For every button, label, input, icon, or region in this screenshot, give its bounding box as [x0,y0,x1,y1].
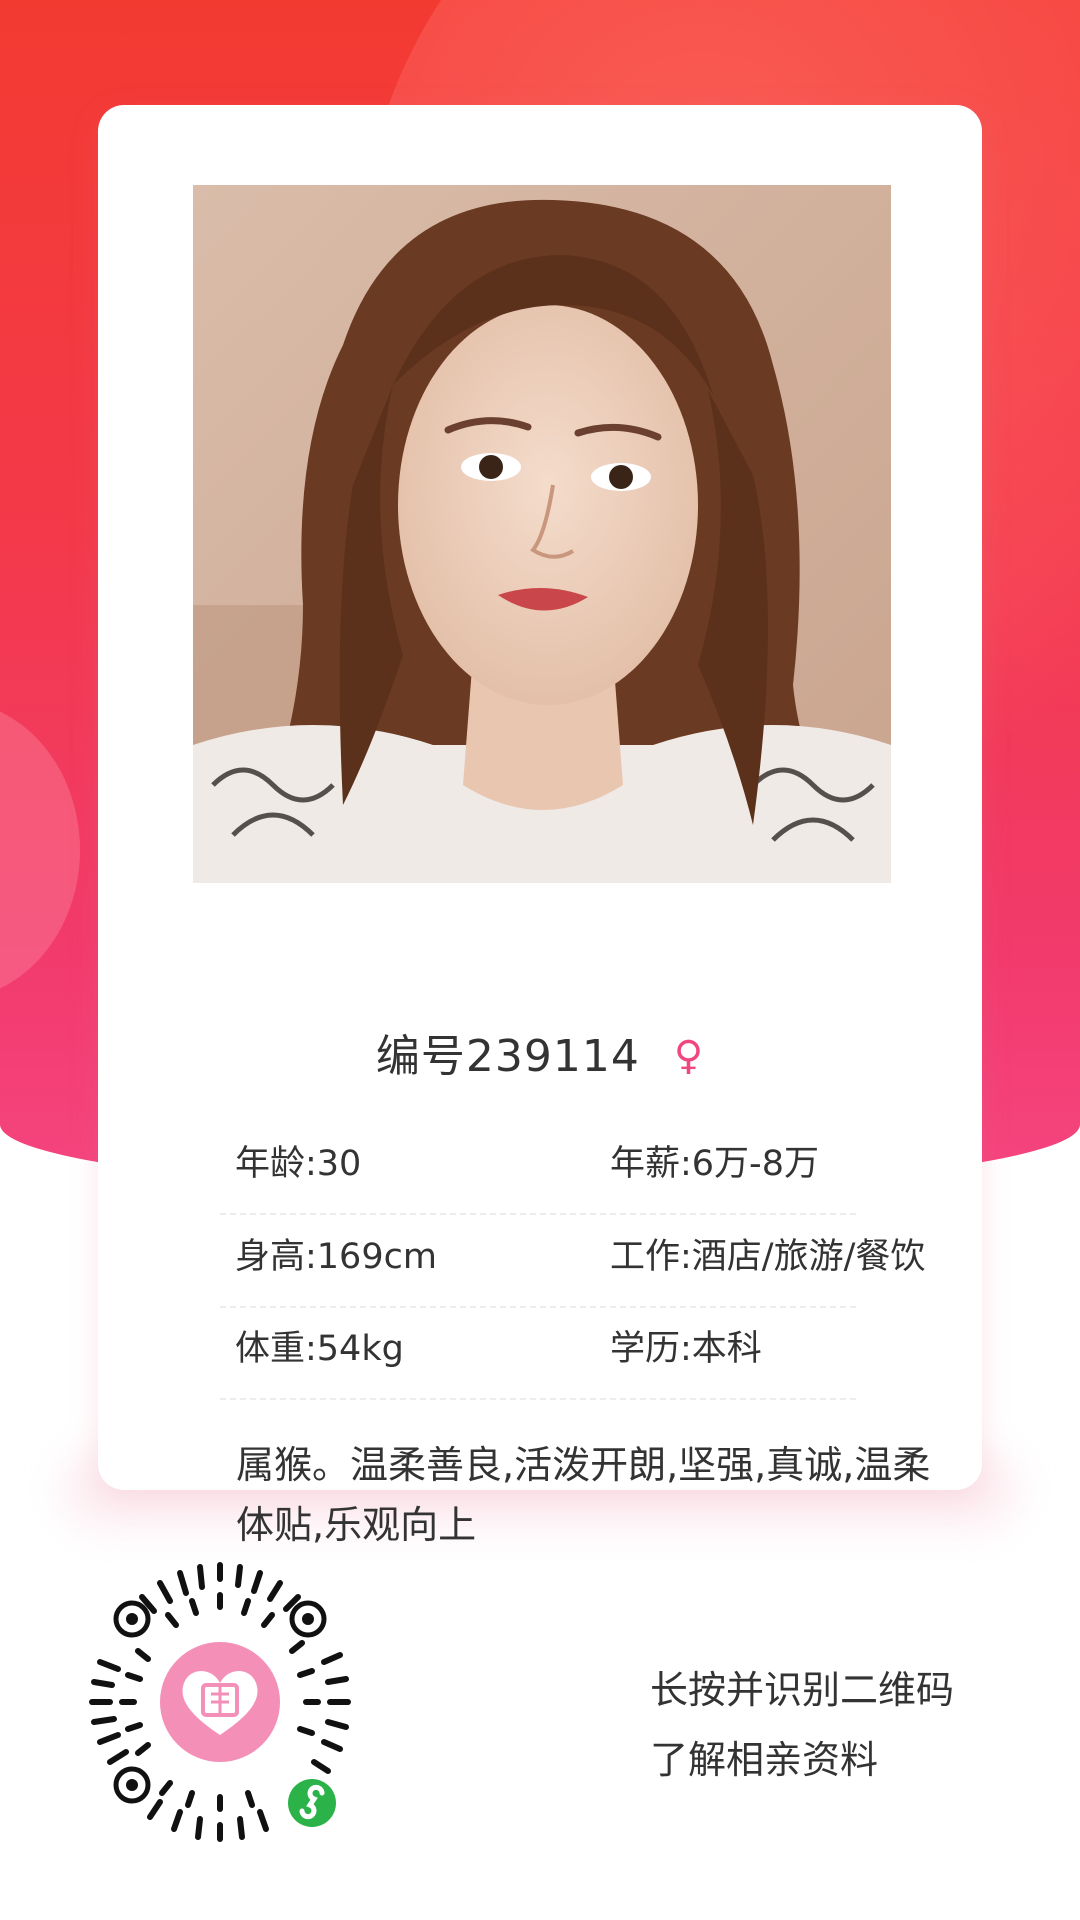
income-field: 年薪:6万-8万 [610,1144,819,1184]
profile-card: 编号239114 ♀ 年龄:30 年薪:6万-8万 身高:169cm 工作:酒店/… [98,105,982,1547]
occupation-field: 工作:酒店/旅游/餐饮 [610,1237,926,1277]
qr-instruction-line1: 长按并识别二维码 [650,1668,955,1712]
profile-id: 编号239114 [375,1031,640,1082]
info-row: 体重:54kg 学历:本科 [220,1320,856,1400]
education-field: 学历:本科 [610,1329,762,1369]
age-field: 年龄:30 [235,1144,362,1184]
miniprogram-icon [284,1775,340,1831]
weight-field: 体重:54kg [235,1329,404,1369]
info-row: 年龄:30 年薪:6万-8万 [220,1135,856,1215]
profile-description: 属猴。温柔善良,活泼开朗,坚强,真诚,温柔体贴,乐观向上 [236,1443,931,1547]
qr-code-icon [89,1562,351,1842]
profile-share-page: 编号239114 ♀ 年龄:30 年薪:6万-8万 身高:169cm 工作:酒店/… [0,0,1080,1920]
qr-instructions: 长按并识别二维码 了解相亲资料 [650,1655,954,1795]
profile-id-row: 编号239114 ♀ [98,1020,982,1084]
height-field: 身高:169cm [235,1237,437,1277]
female-icon: ♀ [673,1033,705,1079]
qr-code[interactable] [80,1557,360,1847]
profile-photo[interactable] [193,185,891,883]
info-row: 身高:169cm 工作:酒店/旅游/餐饮 [220,1228,925,1308]
decor-circle-left [0,700,80,1000]
qr-instruction-line2: 了解相亲资料 [650,1738,879,1782]
